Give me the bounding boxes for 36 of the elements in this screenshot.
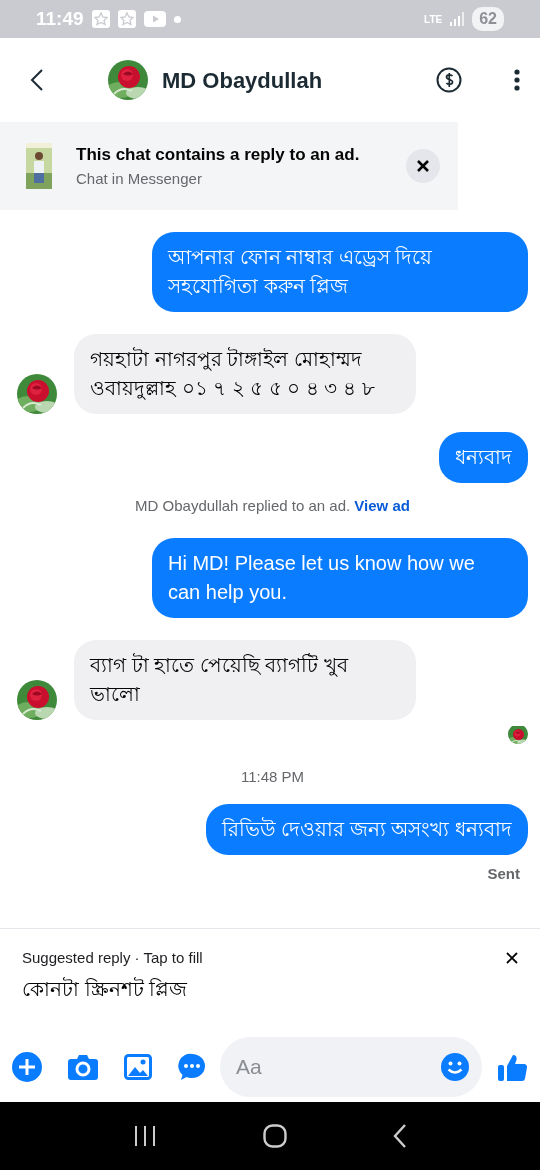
message-bubble: গয়হাটা নাগরপুর টাঙ্গাইল মোহাম্মদ ওবায়দুল্লাহ ০১ ৭ ২ ৫ ৫ ০ ৪ ৩ ৪ ৮ (74, 334, 416, 414)
payment-icon[interactable] (436, 67, 462, 93)
timestamp: 11:48 PM (240, 766, 305, 787)
message-bubble: আপনার ফোন নাম্বার এড্রেস দিয়ে সহযোগিতা করুন প্লিজ (152, 232, 528, 312)
ad-notice-title: This chat contains a reply to an ad. (76, 144, 361, 166)
message-bubble: ব্যাগ টা হাতে পেয়েছি ব্যাগটি খুব ভালো (74, 639, 416, 720)
message-bubble: রিভিউ দেওয়ার জন্য অসংখ্য ধন্যবাদ (205, 804, 528, 855)
recent-apps-button[interactable] (133, 1125, 157, 1147)
camera-icon[interactable] (68, 1054, 98, 1080)
video-icon (143, 11, 166, 27)
notification-icon (91, 10, 110, 28)
like-icon[interactable] (498, 1052, 528, 1082)
notification-icon (117, 10, 136, 28)
close-icon (416, 159, 430, 173)
suggested-reply-label: Suggested reply · Tap to fill (22, 948, 203, 968)
more-options-icon[interactable] (514, 69, 520, 91)
view-ad-link[interactable]: View ad (354, 497, 410, 514)
message-input[interactable]: Aa (220, 1037, 482, 1097)
delivery-status: Sent (487, 864, 520, 884)
message-bubble: ধন্যবাদ (439, 432, 528, 483)
close-button[interactable] (406, 149, 440, 183)
battery-indicator: 62 (472, 7, 504, 31)
back-button[interactable] (30, 69, 44, 91)
add-icon[interactable] (12, 1052, 42, 1082)
contact-name[interactable]: MD Obaydullah (162, 63, 323, 97)
image-icon[interactable] (124, 1054, 152, 1080)
dot-icon (173, 15, 181, 23)
ad-reply-notice: MD Obaydullah replied to an ad. View ad (134, 496, 411, 516)
emoji-icon[interactable] (440, 1052, 470, 1082)
ad-notice-subtitle: Chat in Messenger (76, 168, 203, 189)
signal-icon (450, 12, 465, 26)
close-button[interactable] (506, 952, 518, 965)
chat-bubble-icon[interactable] (178, 1053, 206, 1081)
home-button[interactable] (263, 1124, 287, 1148)
message-bubble: Hi MD! Please let us know how we can help you. (152, 537, 528, 618)
suggested-reply[interactable]: কোনটা স্ক্রিনশট প্লিজ (22, 973, 518, 1004)
